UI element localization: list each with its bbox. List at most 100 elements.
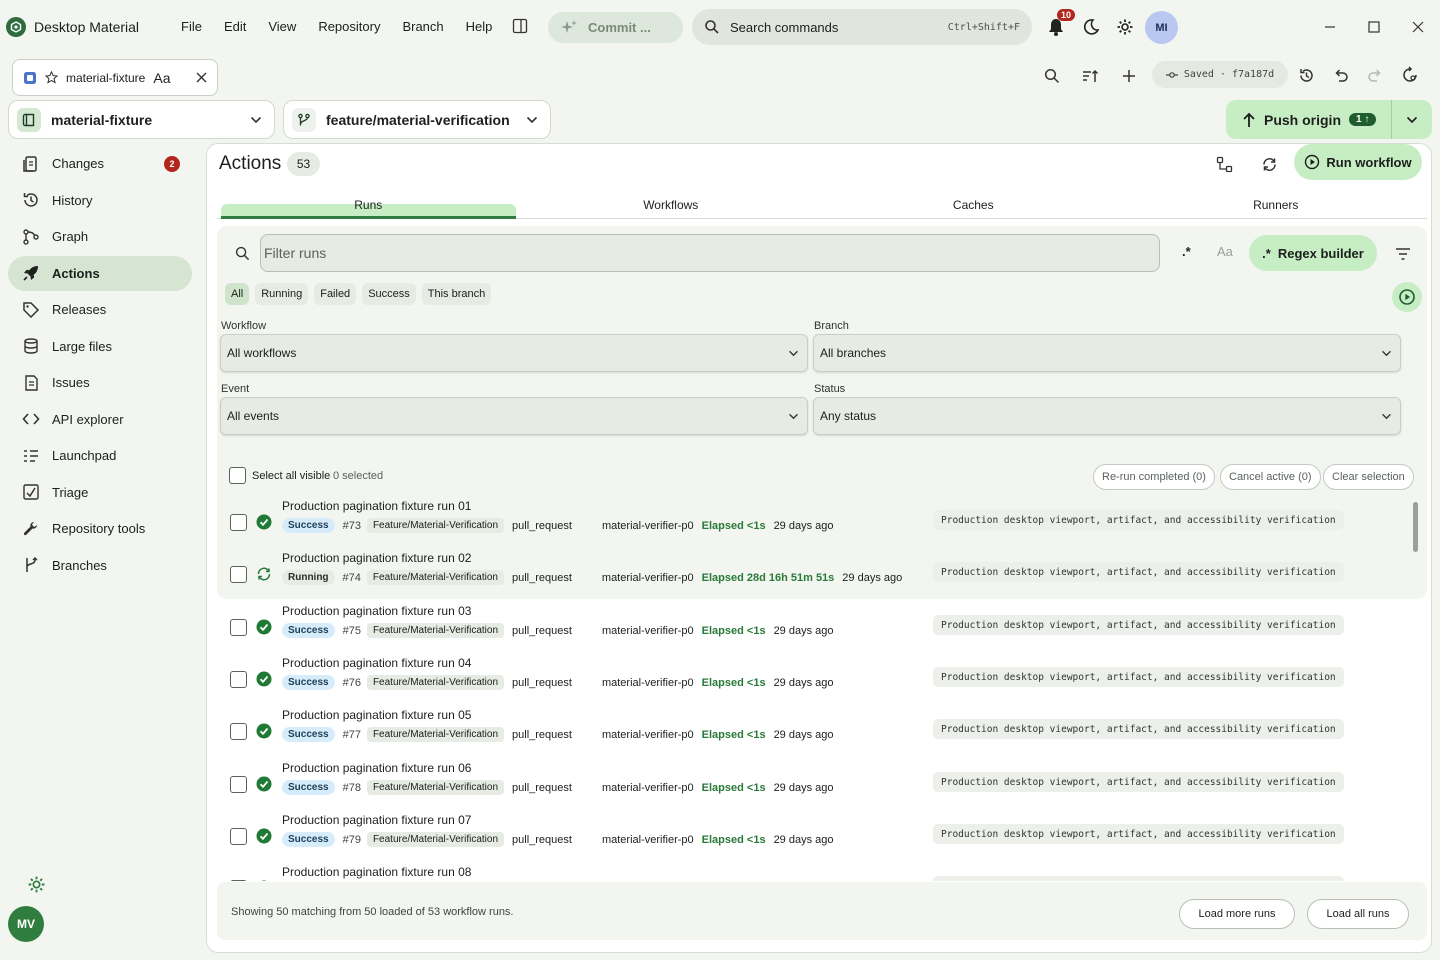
undo-icon[interactable]: [1331, 65, 1351, 85]
sidebar-item-triage[interactable]: Triage: [8, 475, 192, 510]
refresh-icon[interactable]: [1259, 154, 1279, 174]
runs-scrollbar[interactable]: [1413, 502, 1418, 552]
tab-workflows[interactable]: Workflows: [520, 193, 823, 218]
tab-runs[interactable]: Runs: [217, 193, 520, 219]
status-select[interactable]: Any status: [813, 397, 1401, 435]
run-title[interactable]: Production pagination fixture run 07: [282, 813, 471, 827]
sidebar-item-graph[interactable]: Graph: [8, 219, 192, 254]
case-sensitive-toggle[interactable]: Aa: [1217, 244, 1233, 259]
minimize-icon[interactable]: [1320, 17, 1340, 37]
run-row[interactable]: Production pagination fixture run 04 Succ…: [217, 653, 1397, 705]
chip-failed[interactable]: Failed: [314, 283, 357, 305]
clear-selection-button[interactable]: Clear selection: [1323, 464, 1414, 490]
run-row[interactable]: Production pagination fixture run 05 Succ…: [217, 705, 1397, 757]
star-icon[interactable]: [45, 71, 58, 84]
tab-runners[interactable]: Runners: [1125, 193, 1428, 218]
case-sensitive-toggle[interactable]: Aa: [153, 70, 170, 86]
filter-list-icon[interactable]: [1394, 245, 1412, 263]
settings-gear-icon[interactable]: [1114, 16, 1136, 38]
branch-selector[interactable]: feature/material-verification: [283, 100, 551, 139]
redo-icon[interactable]: [1365, 65, 1385, 85]
run-checkbox[interactable]: [230, 619, 247, 636]
chip-this-branch[interactable]: This branch: [421, 283, 492, 305]
branch-select[interactable]: All branches: [813, 334, 1401, 372]
run-title[interactable]: Production pagination fixture run 02: [282, 551, 471, 565]
run-checkbox[interactable]: [230, 723, 247, 740]
run-checkbox[interactable]: [230, 776, 247, 793]
workflow-graph-icon[interactable]: [1214, 154, 1234, 174]
user-avatar[interactable]: MI: [1145, 11, 1178, 44]
start-run-icon[interactable]: [1392, 282, 1422, 312]
search-icon[interactable]: [1042, 66, 1062, 86]
regex-toggle[interactable]: .*: [1182, 244, 1191, 259]
menu-help[interactable]: Help: [455, 19, 504, 34]
sidebar-item-repository-tools[interactable]: Repository tools: [8, 511, 192, 546]
close-tab-icon[interactable]: [196, 72, 207, 83]
workflow-select[interactable]: All workflows: [220, 334, 808, 372]
repository-selector[interactable]: material-fixture: [8, 100, 275, 139]
regex-builder-button[interactable]: .* Regex builder: [1249, 235, 1377, 271]
sidebar-item-actions[interactable]: Actions: [8, 255, 192, 291]
menu-branch[interactable]: Branch: [391, 19, 454, 34]
run-title[interactable]: Production pagination fixture run 01: [282, 499, 471, 513]
menu-repository[interactable]: Repository: [307, 19, 391, 34]
commit-dot-icon: [1165, 71, 1178, 79]
sidebar-item-large-files[interactable]: Large files: [8, 329, 192, 364]
sync-settings-icon[interactable]: [1400, 65, 1420, 85]
commit-hash: f7a187d: [1231, 69, 1275, 80]
sidebar-user-avatar[interactable]: MV: [8, 906, 44, 942]
run-checkbox[interactable]: [230, 828, 247, 845]
sidebar-item-history[interactable]: History: [8, 183, 192, 218]
sidebar-item-changes[interactable]: Changes 2: [8, 146, 192, 181]
cancel-active-button[interactable]: Cancel active (0): [1220, 464, 1321, 490]
tab-caches[interactable]: Caches: [822, 193, 1125, 218]
sidebar-settings-gear-icon[interactable]: [25, 873, 47, 895]
run-workflow-button[interactable]: Run workflow: [1294, 144, 1422, 180]
sidebar-item-branches[interactable]: Branches: [8, 548, 192, 583]
load-more-runs-button[interactable]: Load more runs: [1179, 899, 1295, 929]
load-all-runs-button[interactable]: Load all runs: [1307, 899, 1409, 929]
run-title[interactable]: Production pagination fixture run 04: [282, 656, 471, 670]
menu-view[interactable]: View: [257, 19, 307, 34]
commit-button[interactable]: Commit ...: [548, 12, 683, 43]
run-row[interactable]: Production pagination fixture run 07 Succ…: [217, 810, 1397, 862]
sidebar-item-api-explorer[interactable]: API explorer: [8, 402, 192, 437]
menu-file[interactable]: File: [170, 19, 213, 34]
run-row[interactable]: Production pagination fixture run 03 Succ…: [217, 601, 1397, 653]
run-checkbox[interactable]: [230, 514, 247, 531]
run-title[interactable]: Production pagination fixture run 08: [282, 865, 471, 879]
document-tab[interactable]: material-fixture Aa: [12, 59, 218, 96]
toggle-panel-icon[interactable]: [510, 16, 530, 36]
run-title[interactable]: Production pagination fixture run 03: [282, 604, 471, 618]
select-all-checkbox[interactable]: [229, 467, 246, 484]
chip-all[interactable]: All: [225, 283, 250, 305]
filter-runs-input[interactable]: Filter runs: [260, 234, 1160, 272]
close-window-icon[interactable]: [1408, 17, 1428, 37]
run-row[interactable]: Production pagination fixture run 06 Succ…: [217, 758, 1397, 810]
command-search[interactable]: Search commands Ctrl+Shift+F: [692, 9, 1032, 45]
run-checkbox[interactable]: [230, 671, 247, 688]
run-row[interactable]: Production pagination fixture run 08Succ…: [217, 862, 1397, 881]
add-icon[interactable]: [1119, 66, 1139, 86]
sidebar-item-launchpad[interactable]: Launchpad: [8, 438, 192, 473]
maximize-icon[interactable]: [1364, 17, 1384, 37]
run-title[interactable]: Production pagination fixture run 05: [282, 708, 471, 722]
dark-mode-icon[interactable]: [1080, 16, 1102, 38]
event-select[interactable]: All events: [220, 397, 808, 435]
run-title[interactable]: Production pagination fixture run 06: [282, 761, 471, 775]
rerun-completed-button[interactable]: Re-run completed (0): [1093, 464, 1215, 490]
chip-success[interactable]: Success: [362, 283, 416, 305]
notifications-button[interactable]: 10: [1044, 9, 1076, 39]
run-checkbox[interactable]: [230, 880, 247, 881]
push-origin-button[interactable]: Push origin 1 ↑: [1226, 100, 1432, 139]
run-checkbox[interactable]: [230, 566, 247, 583]
sort-icon[interactable]: [1080, 66, 1100, 86]
run-row[interactable]: Production pagination fixture run 02 Runn…: [217, 548, 1397, 600]
history-restore-icon[interactable]: [1296, 65, 1316, 85]
push-options-chevron-icon[interactable]: [1406, 116, 1418, 124]
chip-running[interactable]: Running: [255, 283, 309, 305]
menu-edit[interactable]: Edit: [213, 19, 257, 34]
sidebar-item-issues[interactable]: Issues: [8, 365, 192, 400]
run-row[interactable]: Production pagination fixture run 01 Succ…: [217, 496, 1397, 548]
sidebar-item-releases[interactable]: Releases: [8, 292, 192, 327]
